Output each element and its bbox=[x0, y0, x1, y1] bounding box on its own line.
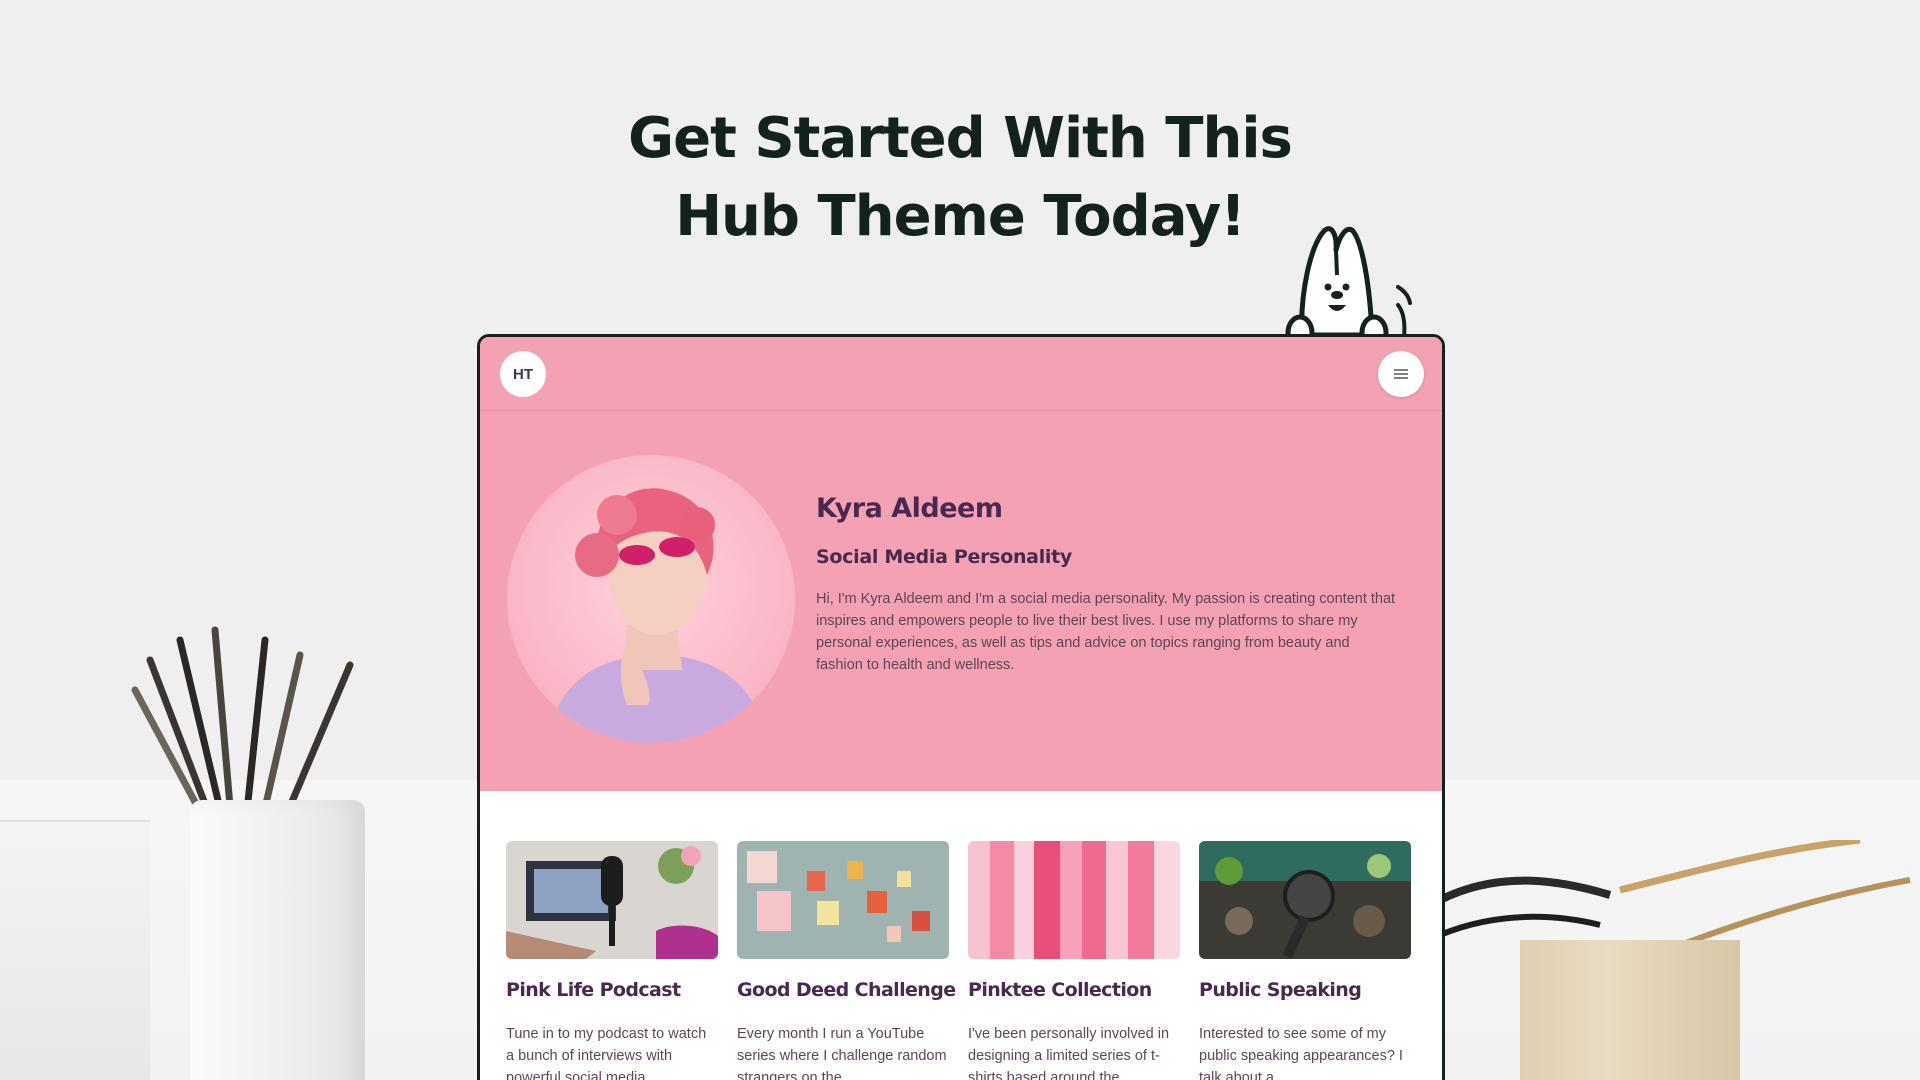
page-headline: Get Started With This Hub Theme Today! bbox=[0, 100, 1920, 256]
hero-text-block: Kyra Aldeem Social Media Personality Hi,… bbox=[816, 493, 1396, 676]
site-navbar: HT bbox=[480, 337, 1442, 411]
profile-bio: Hi, I'm Kyra Aldeem and I'm a social med… bbox=[816, 591, 1396, 673]
profile-photo bbox=[507, 455, 795, 743]
card-title: Pinktee Collection bbox=[968, 979, 1152, 1001]
card-text: Tune in to my podcast to watch a bunch o… bbox=[506, 1026, 707, 1080]
card-title: Public Speaking bbox=[1199, 979, 1362, 1001]
book-stack bbox=[0, 820, 150, 1080]
card-text: Every month I run a YouTube series where… bbox=[737, 1026, 947, 1080]
card-text: Interested to see some of my public spea… bbox=[1199, 1026, 1403, 1080]
card-title: Pink Life Podcast bbox=[506, 979, 681, 1001]
project-cards: Pink Life Podcast Tune in to my podcast … bbox=[506, 841, 1416, 1080]
wooden-block bbox=[1520, 940, 1740, 1080]
tshirts-image bbox=[968, 841, 1180, 959]
card-text: I've been personally involved in designi… bbox=[968, 1026, 1170, 1080]
hamburger-icon bbox=[1394, 369, 1408, 379]
hero-section: Kyra Aldeem Social Media Personality Hi,… bbox=[480, 411, 1442, 791]
sticky-notes-image bbox=[737, 841, 949, 959]
site-logo[interactable]: HT bbox=[500, 351, 546, 397]
site-logo-text: HT bbox=[513, 365, 533, 383]
pencil-cup bbox=[190, 800, 365, 1080]
headline-line-2: Hub Theme Today! bbox=[675, 184, 1246, 249]
website-preview-frame: HT Kyra Aldeem Social Media Personality … bbox=[477, 334, 1445, 1080]
menu-button[interactable] bbox=[1378, 351, 1424, 397]
card-title: Good Deed Challenge bbox=[737, 979, 956, 1001]
profile-name: Kyra Aldeem bbox=[816, 493, 1003, 524]
card-pinktee-collection[interactable]: Pinktee Collection I've been personally … bbox=[968, 841, 1180, 1080]
profile-role: Social Media Personality bbox=[816, 546, 1072, 568]
microphone-image bbox=[1199, 841, 1411, 959]
podcast-image bbox=[506, 841, 718, 959]
card-good-deed-challenge[interactable]: Good Deed Challenge Every month I run a … bbox=[737, 841, 956, 1080]
headline-line-1: Get Started With This bbox=[628, 106, 1293, 171]
card-pink-life-podcast[interactable]: Pink Life Podcast Tune in to my podcast … bbox=[506, 841, 718, 1080]
card-public-speaking[interactable]: Public Speaking Interested to see some o… bbox=[1199, 841, 1411, 1080]
profile-portrait-illustration bbox=[547, 488, 767, 743]
